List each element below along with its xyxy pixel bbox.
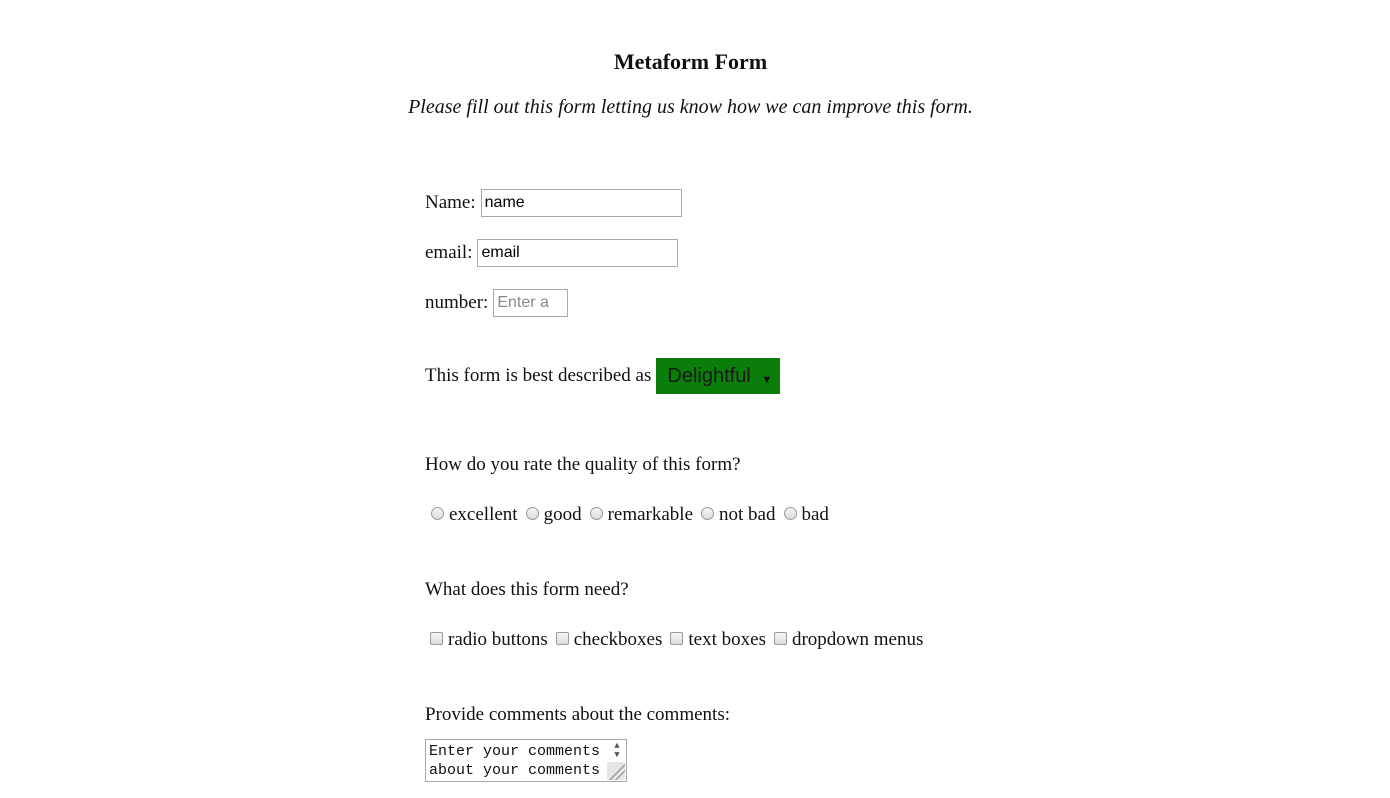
needs-option-label: checkboxes bbox=[573, 629, 663, 650]
radio-button[interactable] bbox=[589, 506, 603, 520]
comments-textarea[interactable]: Enter your comments about your comments … bbox=[425, 739, 627, 782]
needs-option-label: dropdown menus bbox=[791, 629, 924, 650]
needs-option-label: text boxes bbox=[688, 629, 766, 650]
needs-option-radio-buttons[interactable]: radio buttons bbox=[430, 628, 548, 652]
needs-option-dropdown-menus[interactable]: dropdown menus bbox=[773, 628, 924, 652]
description-row: This form is best described as Delightfu… bbox=[425, 358, 781, 394]
quality-option-label: excellent bbox=[449, 504, 518, 525]
number-row: number: bbox=[425, 289, 569, 317]
resize-grip-icon[interactable] bbox=[607, 762, 625, 780]
quality-option-excellent[interactable]: excellent bbox=[431, 503, 518, 527]
comments-label: Provide comments about the comments: bbox=[425, 704, 731, 725]
needs-option-text-boxes[interactable]: text boxes bbox=[670, 628, 766, 652]
quality-option-remarkable[interactable]: remarkable bbox=[589, 503, 694, 527]
name-input[interactable] bbox=[480, 189, 682, 217]
comments-label-row: Provide comments about the comments: bbox=[425, 703, 730, 727]
quality-option-bad[interactable]: bad bbox=[783, 503, 829, 527]
description-select[interactable]: Delightful ▼ bbox=[656, 358, 781, 394]
number-label: number: bbox=[425, 292, 489, 313]
comments-textarea-text: Enter your comments about your comments bbox=[429, 743, 610, 779]
scrollbar-arrows-icon[interactable]: ▲ ▼ bbox=[610, 742, 624, 762]
quality-question-text: How do you rate the quality of this form… bbox=[425, 454, 741, 475]
needs-question: What does this form need? bbox=[425, 578, 629, 602]
radio-button[interactable] bbox=[431, 506, 444, 520]
radio-button[interactable] bbox=[783, 506, 797, 520]
radio-button[interactable] bbox=[701, 506, 715, 520]
email-row: email: bbox=[425, 239, 679, 267]
email-label: email: bbox=[425, 242, 473, 263]
checkbox[interactable] bbox=[555, 631, 569, 645]
quality-option-good[interactable]: good bbox=[525, 503, 582, 527]
quality-question: How do you rate the quality of this form… bbox=[425, 453, 741, 477]
needs-option-label: radio buttons bbox=[448, 629, 548, 650]
quality-option-not-bad[interactable]: not bad bbox=[701, 503, 776, 527]
radio-button[interactable] bbox=[525, 506, 539, 520]
needs-question-text: What does this form need? bbox=[425, 579, 629, 600]
form-title: Metaform Form bbox=[613, 49, 768, 74]
quality-options: excellent good remarkable not bad bad bbox=[431, 503, 837, 527]
quality-option-label: bad bbox=[801, 504, 829, 525]
needs-options: radio buttons checkboxes text boxes drop… bbox=[430, 628, 931, 652]
checkbox[interactable] bbox=[430, 631, 443, 645]
chevron-down-icon: ▼ bbox=[761, 374, 773, 386]
quality-option-label: not bad bbox=[719, 504, 776, 525]
name-row: Name: bbox=[425, 189, 682, 217]
checkbox[interactable] bbox=[773, 631, 787, 645]
quality-option-label: good bbox=[543, 504, 582, 525]
number-input[interactable] bbox=[493, 289, 569, 317]
name-label: Name: bbox=[425, 192, 476, 213]
description-selected-value: Delightful bbox=[667, 365, 751, 387]
quality-option-label: remarkable bbox=[607, 504, 694, 525]
page: Metaform Form Please fill out this form … bbox=[0, 0, 1390, 798]
form-subtitle: Please fill out this form letting us kno… bbox=[408, 96, 973, 118]
checkbox[interactable] bbox=[670, 631, 684, 645]
needs-option-checkboxes[interactable]: checkboxes bbox=[555, 628, 663, 652]
email-input[interactable] bbox=[477, 239, 679, 267]
description-label: This form is best described as bbox=[425, 365, 652, 386]
